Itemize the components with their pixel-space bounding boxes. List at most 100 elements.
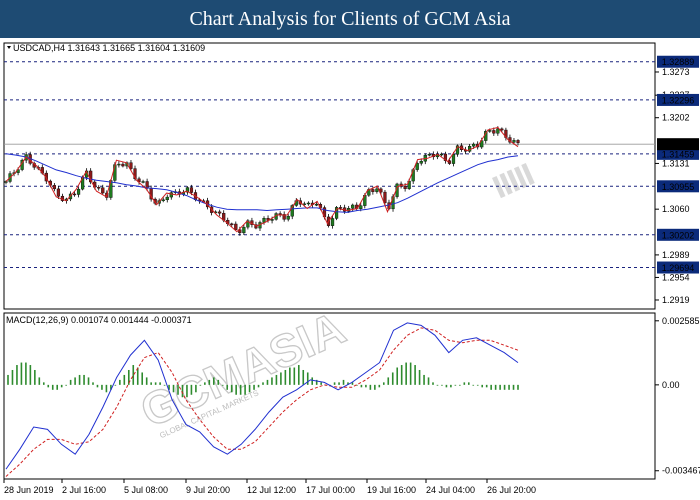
- macd-bar: [369, 384, 372, 390]
- macd-bar: [186, 384, 188, 398]
- macd-bar: [503, 384, 506, 390]
- macd-bar: [16, 365, 18, 385]
- macd-bar: [235, 384, 237, 395]
- macd-bar: [154, 382, 157, 385]
- candle-bull: [488, 130, 492, 132]
- level-label-2: 1.31459: [662, 149, 695, 159]
- macd-bar: [199, 384, 202, 386]
- candle-bull: [141, 181, 145, 183]
- macd-bar: [262, 382, 264, 385]
- macd-bar: [280, 372, 282, 385]
- candle-bull: [314, 204, 319, 206]
- candle-bear: [129, 162, 133, 169]
- macd-bar: [29, 365, 32, 385]
- dropdown-arrow-icon[interactable]: [7, 46, 11, 49]
- macd-bar: [119, 379, 121, 385]
- candle-bear: [97, 187, 101, 189]
- candle-bear: [230, 223, 234, 226]
- macd-bar: [150, 382, 152, 385]
- macd-bar: [141, 372, 144, 385]
- macd-bar: [508, 384, 510, 390]
- macd-bar: [20, 362, 23, 385]
- price-levels: [4, 61, 655, 269]
- candle-bull: [451, 154, 456, 164]
- macd-bar: [230, 384, 233, 393]
- price-tick-label-3: 1.3131: [662, 158, 690, 168]
- candle-bear: [516, 140, 520, 143]
- candle-bear: [371, 189, 375, 192]
- time-tick-label-4: 12 Jul 12:00: [247, 485, 296, 495]
- watermark-logo-icon: [492, 162, 535, 199]
- macd-bar: [342, 379, 345, 385]
- candle-bear: [189, 187, 194, 193]
- time-tick-label-2: 5 Jul 08:00: [124, 485, 168, 495]
- level-label-3: 1.30955: [662, 182, 695, 192]
- price-tick-label-0: 1.3273: [662, 67, 690, 77]
- macd-bar: [248, 384, 251, 393]
- macd-bar: [365, 384, 367, 388]
- macd-bar: [472, 384, 475, 386]
- candle-bear: [492, 130, 496, 134]
- banner-title: Chart Analysis for Clients of GCM Asia: [189, 7, 511, 30]
- macd-bar: [454, 384, 457, 386]
- macd-bar: [400, 365, 403, 385]
- macd-bar: [172, 384, 175, 393]
- macd-bar: [485, 384, 488, 388]
- candle-bull: [427, 154, 431, 156]
- macd-bar: [427, 377, 430, 385]
- time-tick-label-3: 9 Jul 20:00: [186, 485, 230, 495]
- macd-bar: [490, 384, 492, 390]
- candle-bull: [286, 215, 290, 220]
- macd-bar: [190, 384, 193, 395]
- macd-bar: [208, 379, 211, 385]
- macd-bar: [378, 384, 381, 388]
- macd-bar: [338, 382, 340, 385]
- macd-bar: [87, 377, 90, 385]
- level-label-1: 1.32296: [662, 95, 695, 105]
- macd-bar: [145, 377, 148, 385]
- macd-tick-label-0: 0.002585: [662, 316, 700, 326]
- candle-bull: [375, 188, 379, 192]
- macd-bar: [51, 384, 54, 390]
- chart-banner: Chart Analysis for Clients of GCM Asia: [0, 0, 700, 38]
- macd-bar: [311, 377, 314, 385]
- macd-bar: [302, 369, 305, 385]
- macd-bar: [96, 384, 99, 388]
- macd-bar: [396, 367, 399, 385]
- macd-tick-label-2: -0.003467: [662, 466, 700, 476]
- macd-axis: 0.002585 0.00 -0.003467: [655, 316, 700, 476]
- macd-bar: [494, 384, 497, 390]
- time-tick-label-8: 26 Jul 20:00: [487, 485, 536, 495]
- candle-bull: [439, 153, 444, 156]
- macd-bar: [289, 367, 291, 385]
- macd-bar: [517, 384, 519, 390]
- macd-bar: [25, 362, 27, 385]
- macd-bar: [476, 384, 479, 386]
- macd-bar: [83, 374, 85, 385]
- price-tick-label-2: 1.3202: [662, 113, 690, 123]
- macd-bar: [159, 382, 161, 385]
- macd-bar: [463, 382, 466, 385]
- macd-bar: [132, 365, 135, 385]
- macd-bar: [226, 384, 229, 390]
- macd-bar: [297, 365, 300, 385]
- macd-bar: [320, 382, 322, 385]
- macd-bar: [181, 384, 184, 398]
- macd-bar: [212, 377, 215, 385]
- macd-bar: [78, 374, 81, 385]
- candle-bear: [56, 188, 61, 197]
- macd-bar: [284, 369, 287, 385]
- macd-bar: [441, 384, 443, 386]
- macd-bar: [105, 384, 108, 393]
- macd-bar: [374, 384, 376, 390]
- macd-bar: [253, 384, 255, 390]
- macd-bar: [60, 384, 63, 388]
- macd-info-line: MACD(12,26,9) 0.001074 0.001444 -0.00037…: [6, 315, 192, 325]
- macd-bar: [405, 362, 407, 385]
- macd-bar: [266, 379, 269, 385]
- macd-bar: [275, 374, 278, 385]
- time-tick-label-7: 24 Jul 04:00: [426, 485, 475, 495]
- candle-bear: [383, 191, 387, 203]
- macd-bar: [387, 377, 390, 385]
- macd-bar: [432, 382, 434, 385]
